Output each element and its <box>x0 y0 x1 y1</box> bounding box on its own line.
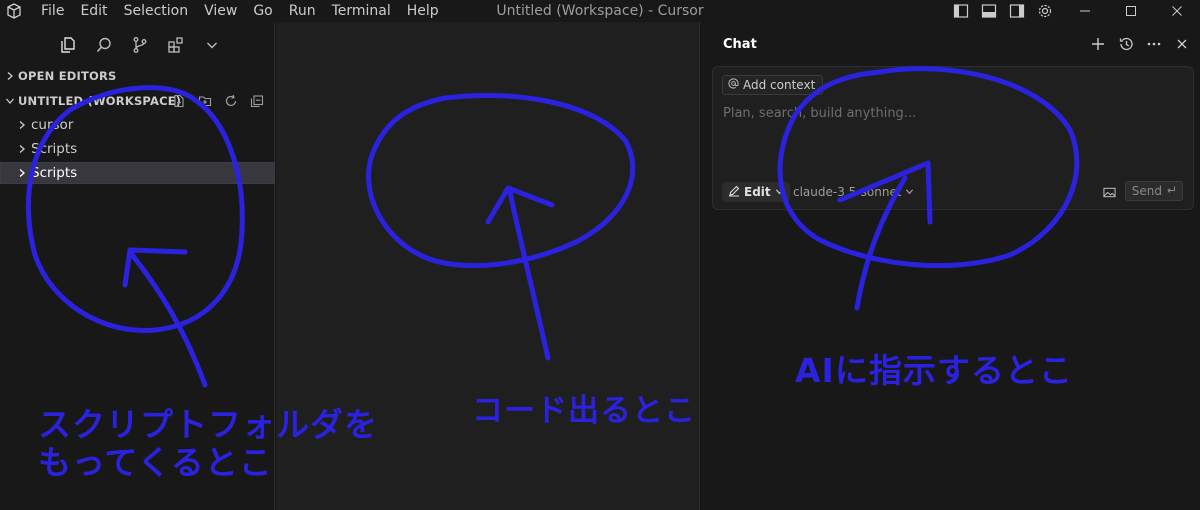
mode-select-edit[interactable]: Edit <box>722 182 790 202</box>
tree-item-label: Scripts <box>31 165 78 181</box>
cursor-logo-icon <box>6 3 22 19</box>
open-editors-label: OPEN EDITORS <box>18 69 117 83</box>
mode-label: Edit <box>744 185 771 199</box>
toggle-sidebar-icon[interactable] <box>950 0 972 22</box>
chat-title: Chat <box>723 37 757 52</box>
chat-actions <box>1088 34 1192 54</box>
refresh-icon[interactable] <box>221 92 241 110</box>
menu-help[interactable]: Help <box>399 0 447 22</box>
editor-annotation-text: コード出るとこ <box>472 393 696 429</box>
menu-go[interactable]: Go <box>245 0 280 22</box>
chevron-right-icon <box>14 144 30 154</box>
chat-panel: Chat Add context Plan, search, build any… <box>701 22 1200 510</box>
menu-terminal[interactable]: Terminal <box>324 0 399 22</box>
history-icon[interactable] <box>1116 34 1136 54</box>
title-bar: File Edit Selection View Go Run Terminal… <box>0 0 1200 22</box>
chat-composer[interactable]: Add context Plan, search, build anything… <box>712 66 1194 210</box>
close-window-icon[interactable] <box>1154 0 1200 22</box>
menu-edit[interactable]: Edit <box>72 0 115 22</box>
collapse-all-icon[interactable] <box>247 92 267 110</box>
toggle-secondary-sidebar-icon[interactable] <box>1006 0 1028 22</box>
add-context-button[interactable]: Add context <box>722 75 824 95</box>
sidebar-annotation-text-line2: もってくるとこ <box>38 443 273 482</box>
search-icon[interactable] <box>91 32 117 58</box>
minimize-icon[interactable] <box>1062 0 1108 22</box>
chevron-right-icon <box>2 71 18 81</box>
extensions-icon[interactable] <box>163 32 189 58</box>
source-control-icon[interactable] <box>127 32 153 58</box>
tree-item-folder-selected[interactable]: Scripts <box>0 162 275 184</box>
maximize-icon[interactable] <box>1108 0 1154 22</box>
at-sign-icon <box>728 78 739 92</box>
menu-bar: File Edit Selection View Go Run Terminal… <box>33 0 447 22</box>
settings-gear-icon[interactable] <box>1034 0 1056 22</box>
add-context-label: Add context <box>743 78 816 92</box>
activity-bar <box>55 32 225 58</box>
tree-item-folder[interactable]: cursor <box>0 114 275 136</box>
new-folder-icon[interactable] <box>195 92 215 110</box>
workspace-label: UNTITLED (WORKSPACE) <box>18 94 182 108</box>
pencil-icon <box>728 185 740 200</box>
new-file-icon[interactable] <box>169 92 189 110</box>
enter-key-icon <box>1166 184 1176 198</box>
chevron-down-icon <box>775 185 784 199</box>
workspace-actions <box>169 92 267 110</box>
chevron-down-icon[interactable] <box>199 32 225 58</box>
toggle-panel-icon[interactable] <box>978 0 1000 22</box>
close-icon[interactable] <box>1172 34 1192 54</box>
chevron-down-icon <box>905 185 914 199</box>
model-select[interactable]: claude-3.5-sonnet <box>793 182 914 202</box>
title-controls <box>950 0 1200 22</box>
menu-selection[interactable]: Selection <box>116 0 197 22</box>
menu-view[interactable]: View <box>196 0 245 22</box>
menu-file[interactable]: File <box>33 0 72 22</box>
new-chat-plus-icon[interactable] <box>1088 34 1108 54</box>
tree-item-label: Scripts <box>31 141 78 157</box>
tree-item-folder[interactable]: Scripts <box>0 138 275 160</box>
workspace-section[interactable]: UNTITLED (WORKSPACE) <box>0 90 275 112</box>
menu-run[interactable]: Run <box>281 0 324 22</box>
chevron-right-icon <box>14 120 30 130</box>
more-options-icon[interactable] <box>1144 34 1164 54</box>
chevron-down-icon <box>2 96 18 106</box>
model-label: claude-3.5-sonnet <box>793 185 902 199</box>
tree-item-label: cursor <box>31 117 74 133</box>
send-label: Send <box>1131 184 1162 198</box>
image-upload-icon[interactable] <box>1101 184 1117 200</box>
explorer-files-icon[interactable] <box>55 32 81 58</box>
open-editors-section[interactable]: OPEN EDITORS <box>0 65 275 87</box>
chat-input-placeholder[interactable]: Plan, search, build anything... <box>723 106 916 121</box>
chevron-right-icon <box>14 168 30 178</box>
chat-annotation-text: AIに指示するとこ <box>795 351 1073 390</box>
send-button[interactable]: Send <box>1124 181 1183 201</box>
